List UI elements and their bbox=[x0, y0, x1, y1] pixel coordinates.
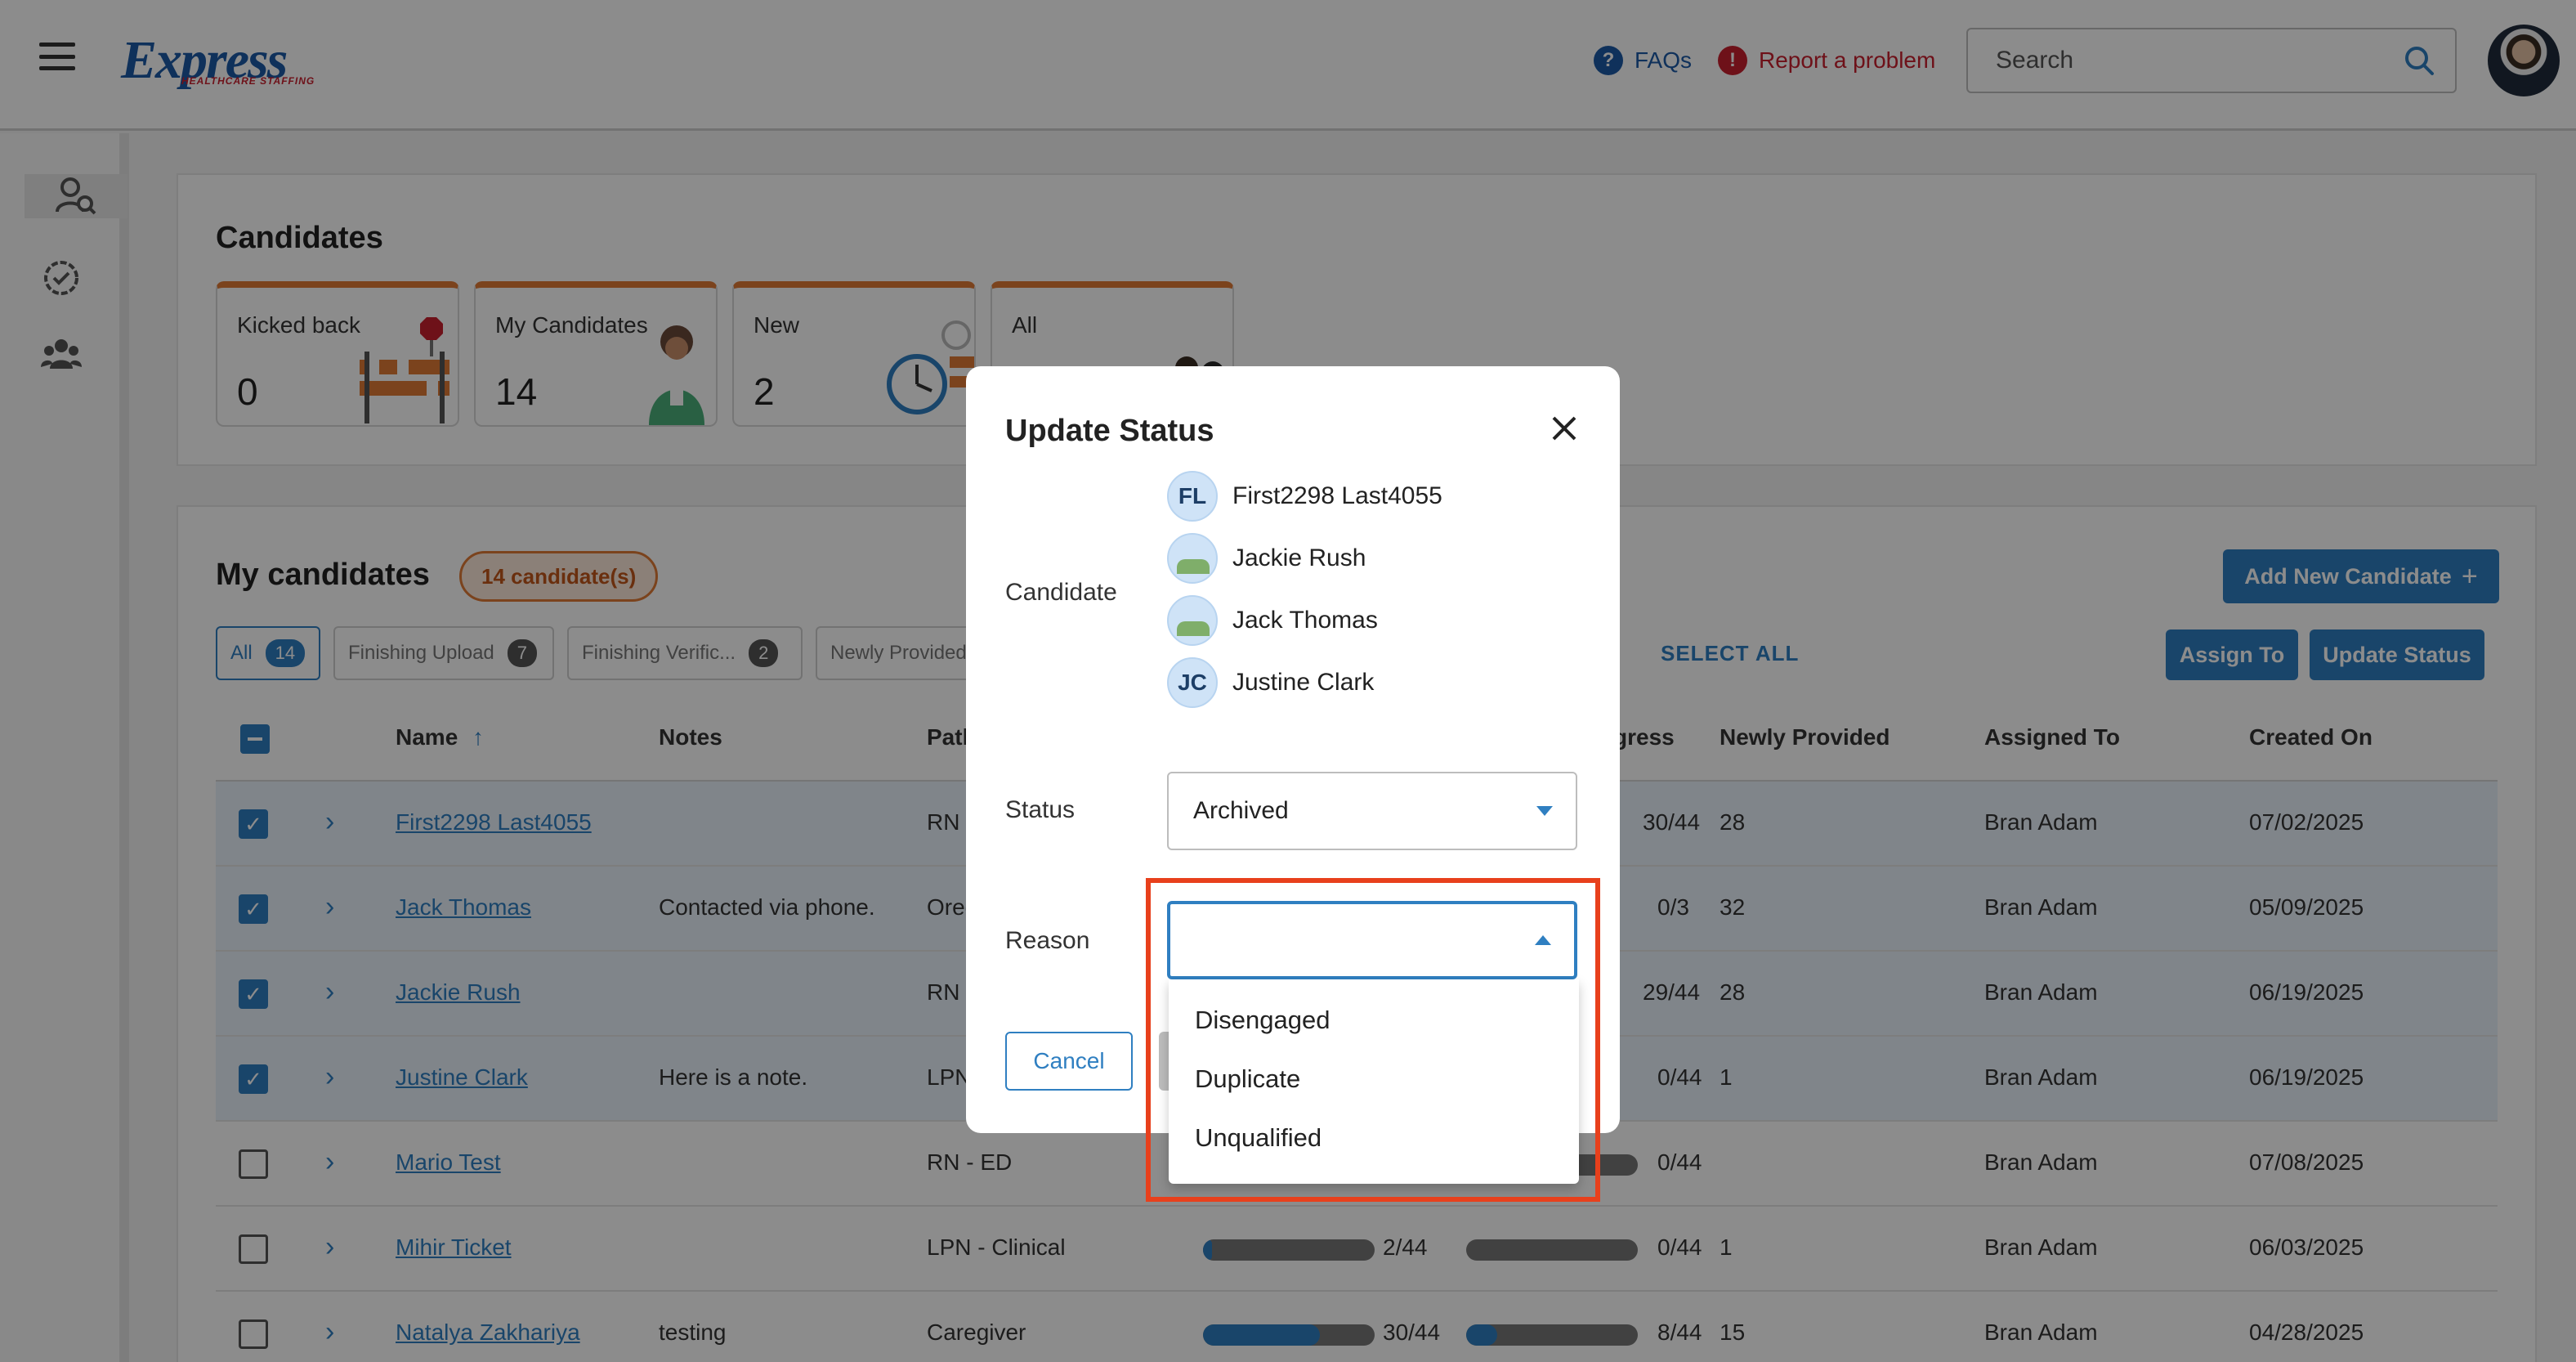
broken-image-icon bbox=[1167, 533, 1218, 584]
avatar: JC bbox=[1167, 657, 1218, 708]
avatar: FL bbox=[1167, 471, 1218, 522]
candidate-name: Jack Thomas bbox=[1232, 607, 1378, 634]
chevron-down-icon bbox=[1536, 806, 1553, 816]
broken-image-icon bbox=[1167, 595, 1218, 646]
status-value: Archived bbox=[1193, 797, 1289, 824]
close-icon[interactable] bbox=[1543, 407, 1585, 450]
candidate-name: First2298 Last4055 bbox=[1232, 482, 1442, 509]
candidate-name: Justine Clark bbox=[1232, 669, 1375, 696]
candidate-name: Jackie Rush bbox=[1232, 544, 1366, 571]
highlight-box bbox=[1146, 878, 1600, 1202]
candidate-label: Candidate bbox=[1005, 579, 1117, 606]
cancel-button[interactable]: Cancel bbox=[1005, 1032, 1133, 1091]
reason-label: Reason bbox=[1005, 927, 1090, 954]
selected-candidate: Jack Thomas bbox=[1167, 595, 1378, 646]
status-select[interactable]: Archived bbox=[1167, 772, 1577, 850]
status-label: Status bbox=[1005, 796, 1076, 823]
selected-candidate: Jackie Rush bbox=[1167, 533, 1366, 584]
modal-title: Update Status bbox=[1005, 414, 1214, 448]
selected-candidate: JC Justine Clark bbox=[1167, 657, 1374, 708]
selected-candidate: FL First2298 Last4055 bbox=[1167, 471, 1442, 522]
